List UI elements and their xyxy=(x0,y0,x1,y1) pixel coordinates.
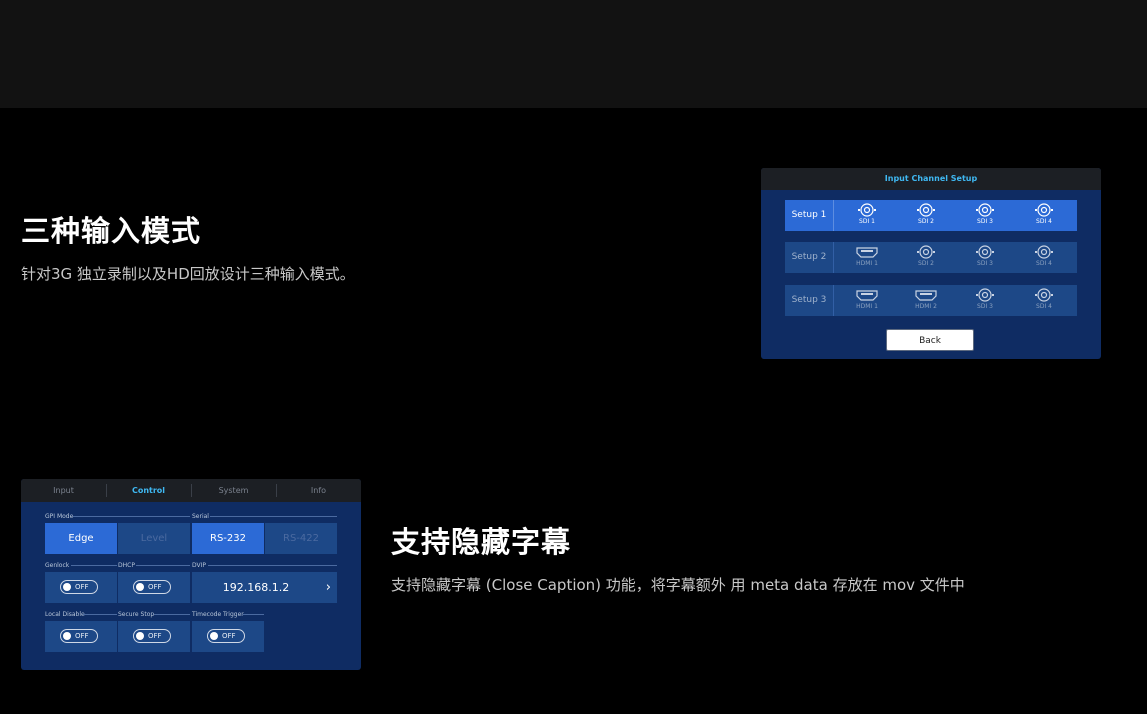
local-disable-toggle-box: OFF xyxy=(45,621,117,652)
group-divider xyxy=(243,614,264,615)
sdi-connector-icon xyxy=(1035,245,1053,259)
group-divider xyxy=(208,565,337,566)
toggle-state: OFF xyxy=(75,632,89,640)
setup-row-1[interactable]: Setup 1 SDI 1 SDI 2 SDI 3 SDI 4 xyxy=(785,200,1077,231)
dvip-label: DVIP xyxy=(192,562,207,569)
dvip-ip-value: 192.168.1.2 xyxy=(222,581,290,594)
feature-title-closed-caption: 支持隐藏字幕 xyxy=(391,525,572,559)
channel-label: SDI 3 xyxy=(977,303,993,310)
sdi-connector-icon xyxy=(976,203,994,217)
sdi-connector-icon xyxy=(1035,288,1053,302)
hdmi-connector-icon xyxy=(856,290,878,301)
serial-rs232-option[interactable]: RS-232 xyxy=(192,523,264,554)
serial-label: Serial xyxy=(192,513,209,520)
channel-label: SDI 3 xyxy=(977,260,993,267)
timecode-trigger-label: Timecode Trigger xyxy=(192,611,244,618)
toggle-state: OFF xyxy=(222,632,236,640)
secure-stop-label: Secure Stop xyxy=(118,611,155,618)
channel-sdi1: SDI 1 xyxy=(845,203,889,229)
genlock-toggle[interactable]: OFF xyxy=(60,580,98,594)
group-divider xyxy=(210,516,337,517)
dhcp-toggle[interactable]: OFF xyxy=(133,580,171,594)
channel-sdi2: SDI 2 xyxy=(904,245,948,271)
gpi-level-option[interactable]: Level xyxy=(118,523,190,554)
timecode-trigger-toggle[interactable]: OFF xyxy=(207,629,245,643)
channel-sdi3: SDI 3 xyxy=(963,288,1007,314)
toggle-knob-icon xyxy=(63,632,71,640)
toggle-state: OFF xyxy=(148,632,162,640)
channel-hdmi1: HDMI 1 xyxy=(845,288,889,314)
chevron-right-icon: › xyxy=(325,580,331,595)
channel-label: SDI 2 xyxy=(918,218,934,225)
channel-sdi4: SDI 4 xyxy=(1022,245,1066,271)
local-disable-label: Local Disable xyxy=(45,611,85,618)
channel-hdmi2: HDMI 2 xyxy=(904,288,948,314)
dvip-address-field[interactable]: 192.168.1.2 › xyxy=(192,572,337,603)
toggle-knob-icon xyxy=(136,632,144,640)
genlock-toggle-box: OFF xyxy=(45,572,117,603)
sdi-connector-icon xyxy=(1035,203,1053,217)
gpi-edge-option[interactable]: Edge xyxy=(45,523,117,554)
sdi-connector-icon xyxy=(917,203,935,217)
channel-sdi3: SDI 3 xyxy=(963,203,1007,229)
toggle-knob-icon xyxy=(210,632,218,640)
sdi-connector-icon xyxy=(976,245,994,259)
channel-label: HDMI 1 xyxy=(856,303,878,310)
group-divider xyxy=(71,565,117,566)
tab-input[interactable]: Input xyxy=(21,479,106,502)
channel-hdmi1: HDMI 1 xyxy=(845,245,889,271)
setup-row-2[interactable]: Setup 2 HDMI 1 SDI 2 SDI 3 SDI 4 xyxy=(785,242,1077,273)
setup-label: Setup 3 xyxy=(785,285,834,316)
toggle-knob-icon xyxy=(63,583,71,591)
timecode-trigger-toggle-box: OFF xyxy=(192,621,264,652)
channel-sdi4: SDI 4 xyxy=(1022,288,1066,314)
local-disable-toggle[interactable]: OFF xyxy=(60,629,98,643)
back-button[interactable]: Back xyxy=(886,329,974,351)
channel-label: SDI 2 xyxy=(918,260,934,267)
input-channel-setup-panel: Input Channel Setup Setup 1 SDI 1 SDI 2 … xyxy=(761,168,1101,359)
tab-control[interactable]: Control xyxy=(106,479,191,502)
serial-rs422-option[interactable]: RS-422 xyxy=(265,523,337,554)
channel-label: SDI 4 xyxy=(1036,218,1052,225)
setup-label: Setup 1 xyxy=(785,200,834,231)
gpi-mode-label: GPI Mode xyxy=(45,513,74,520)
setup-row-3[interactable]: Setup 3 HDMI 1 HDMI 2 SDI 3 SDI 4 xyxy=(785,285,1077,316)
toggle-state: OFF xyxy=(148,583,162,591)
channel-label: SDI 1 xyxy=(859,218,875,225)
hdmi-connector-icon xyxy=(856,247,878,258)
channel-label: HDMI 2 xyxy=(915,303,937,310)
sdi-connector-icon xyxy=(917,245,935,259)
tab-system[interactable]: System xyxy=(191,479,276,502)
dhcp-label: DHCP xyxy=(118,562,135,569)
tab-info[interactable]: Info xyxy=(276,479,361,502)
dhcp-toggle-box: OFF xyxy=(118,572,190,603)
control-settings-panel: Input Control System Info GPI Mode Seria… xyxy=(21,479,361,670)
setup-label: Setup 2 xyxy=(785,242,834,273)
tab-bar: Input Control System Info xyxy=(21,479,361,502)
feature-desc-closed-caption: 支持隐藏字幕 (Close Caption) 功能，将字幕额外 用 meta d… xyxy=(391,576,965,594)
secure-stop-toggle-box: OFF xyxy=(118,621,190,652)
genlock-label: Genlock xyxy=(45,562,70,569)
channel-label: SDI 3 xyxy=(977,218,993,225)
group-divider xyxy=(73,516,190,517)
channel-label: SDI 4 xyxy=(1036,260,1052,267)
channel-sdi4: SDI 4 xyxy=(1022,203,1066,229)
group-divider xyxy=(83,614,117,615)
feature-title-input-modes: 三种输入模式 xyxy=(21,214,202,248)
panel-title: Input Channel Setup xyxy=(761,168,1101,190)
top-banner xyxy=(0,0,1147,108)
group-divider xyxy=(136,565,190,566)
channel-sdi2: SDI 2 xyxy=(904,203,948,229)
channel-label: SDI 4 xyxy=(1036,303,1052,310)
channel-sdi3: SDI 3 xyxy=(963,245,1007,271)
feature-desc-input-modes: 针对3G 独立录制以及HD回放设计三种输入模式。 xyxy=(21,265,355,283)
hdmi-connector-icon xyxy=(915,290,937,301)
toggle-knob-icon xyxy=(136,583,144,591)
group-divider xyxy=(154,614,190,615)
sdi-connector-icon xyxy=(858,203,876,217)
channel-label: HDMI 1 xyxy=(856,260,878,267)
toggle-state: OFF xyxy=(75,583,89,591)
secure-stop-toggle[interactable]: OFF xyxy=(133,629,171,643)
sdi-connector-icon xyxy=(976,288,994,302)
